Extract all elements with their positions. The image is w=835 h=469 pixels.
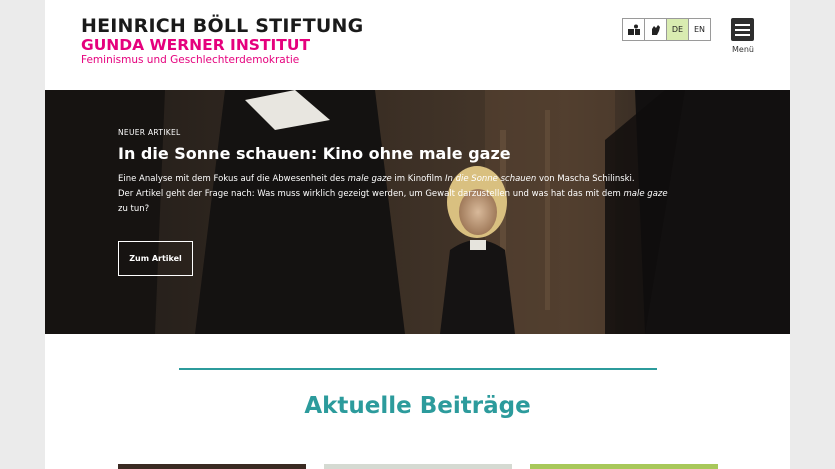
sign-language-button[interactable]: [644, 18, 667, 41]
sign-language-icon: [652, 25, 660, 35]
hero-description: Eine Analyse mit dem Fokus auf die Abwes…: [118, 172, 718, 217]
hero-description-line-1: Eine Analyse mit dem Fokus auf die Abwes…: [118, 172, 718, 187]
hero-banner: NEUER ARTIKEL In die Sonne schauen: Kino…: [45, 90, 790, 334]
hero-description-line-2: Der Artikel geht der Frage nach: Was mus…: [118, 187, 718, 202]
hero-title[interactable]: In die Sonne schauen: Kino ohne male gaz…: [118, 144, 718, 164]
logo-sub-text: GUNDA WERNER INSTITUT: [81, 36, 311, 54]
easy-language-button[interactable]: [622, 18, 645, 41]
hero-description-line-3: zu tun?: [118, 204, 150, 214]
lang-en-button[interactable]: EN: [688, 18, 711, 41]
hero-desc-text: von Mascha Schilinski.: [536, 174, 635, 184]
hero-desc-text: im Kinofilm: [391, 174, 446, 184]
read-article-button[interactable]: Zum Artikel: [118, 241, 193, 276]
hamburger-icon: [731, 18, 754, 41]
hero-desc-emphasis: male gaze: [623, 189, 668, 199]
page: HEINRICH BÖLL STIFTUNG GUNDA WERNER INST…: [45, 0, 790, 469]
hero-desc-film-title: In die Sonne schauen: [445, 174, 537, 184]
section-divider: [179, 368, 657, 370]
hero-desc-text: Eine Analyse mit dem Fokus auf die Abwes…: [118, 174, 348, 184]
logo-tagline: Feminismus und Geschlechterdemokratie: [81, 54, 300, 66]
section-title: Aktuelle Beiträge: [304, 393, 531, 419]
hero-desc-emphasis: male gaze: [347, 174, 392, 184]
menu-label: Menü: [732, 45, 754, 54]
accessibility-language-bar: DE EN: [622, 18, 711, 41]
article-card-3[interactable]: [530, 464, 718, 469]
hero-content: NEUER ARTIKEL In die Sonne schauen: Kino…: [118, 128, 718, 217]
article-card-2[interactable]: [324, 464, 512, 469]
site-logo[interactable]: HEINRICH BÖLL STIFTUNG GUNDA WERNER INST…: [81, 16, 363, 67]
lang-de-button[interactable]: DE: [666, 18, 689, 41]
menu-button[interactable]: Menü: [731, 18, 755, 54]
hero-desc-text: Der Artikel geht der Frage nach: Was mus…: [118, 189, 624, 199]
hero-eyebrow: NEUER ARTIKEL: [118, 128, 181, 137]
logo-main-text: HEINRICH BÖLL STIFTUNG: [81, 15, 364, 37]
easy-language-icon: [627, 24, 640, 35]
article-card-1[interactable]: [118, 464, 306, 469]
